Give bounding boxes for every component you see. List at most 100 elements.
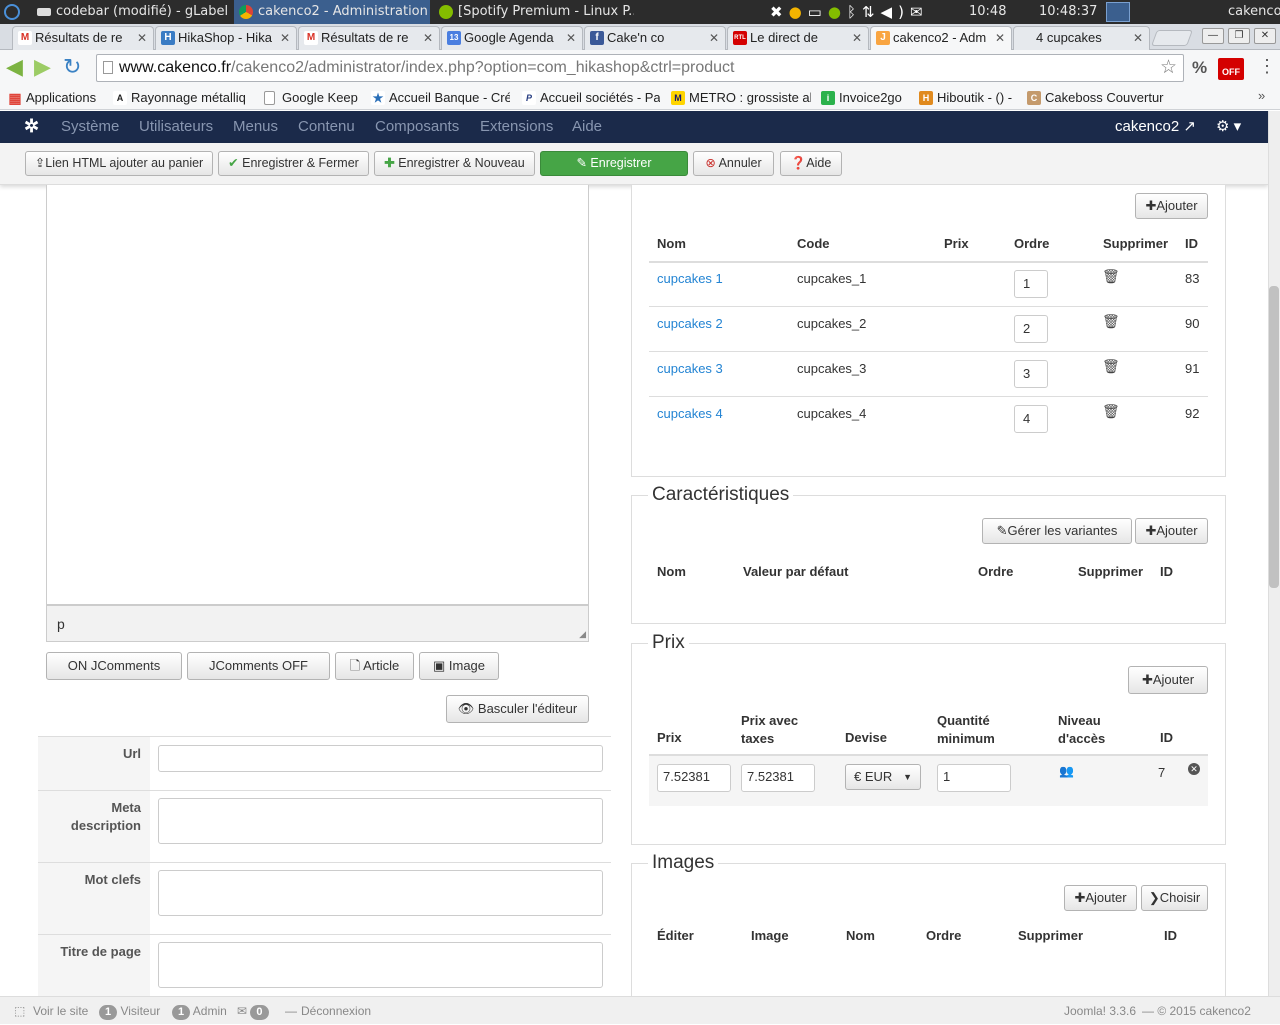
bookmark-hiboutik[interactable]: H Hiboutik - () - <box>917 86 1017 110</box>
page-title-textarea[interactable] <box>158 942 603 988</box>
delete-price-icon[interactable]: ✕ <box>1188 763 1200 775</box>
menu-extensions[interactable]: Extensions <box>480 111 553 143</box>
browser-tab[interactable]: M Résultats de re ✕ <box>12 26 154 50</box>
bookmark-rayonnage[interactable]: A Rayonnage métalliq <box>111 86 251 110</box>
minimize-button[interactable]: — <box>1202 28 1224 44</box>
users-access-icon[interactable]: 👥 <box>1059 764 1074 778</box>
jcomments-off-button[interactable]: JComments OFF <box>187 652 330 680</box>
browser-tab[interactable]: H HikaShop - Hika ✕ <box>155 26 297 50</box>
back-arrow-icon[interactable]: ◀ <box>6 56 28 78</box>
percent-extension-icon[interactable]: % <box>1192 58 1207 78</box>
variant-name-link[interactable]: cupcakes 3 <box>657 361 723 376</box>
trash-icon[interactable]: 🗑 <box>1102 268 1120 285</box>
close-icon[interactable]: ✕ <box>852 27 862 49</box>
spotify-tray-icon[interactable]: ● <box>828 3 847 21</box>
min-quantity-input[interactable]: 1 <box>937 764 1011 792</box>
jcomments-on-button[interactable]: ON JComments <box>46 652 182 680</box>
joomla-logo-icon[interactable]: ✲ <box>24 117 42 135</box>
currency-select[interactable]: € EUR ▼ <box>845 764 921 790</box>
task-spotify[interactable]: [Spotify Premium - Linux P... <box>434 0 634 24</box>
close-icon[interactable]: ✕ <box>423 27 433 49</box>
col-header-price[interactable]: Prix <box>944 236 969 251</box>
col-header-order[interactable]: Ordre <box>1014 236 1049 251</box>
menu-utilisateurs[interactable]: Utilisateurs <box>139 111 213 143</box>
system-tray[interactable]: ✖●▭●ᛒ⇅◀)✉ <box>770 0 940 24</box>
address-bar[interactable]: www.cakenco.fr/cakenco2/administrator/in… <box>96 54 1184 82</box>
site-link[interactable]: cakenco2 ↗ <box>1115 111 1196 143</box>
network-icon[interactable]: ▭ <box>808 3 828 21</box>
browser-tab[interactable]: M Résultats de re ✕ <box>298 26 440 50</box>
view-site-link[interactable]: Voir le site <box>33 997 88 1025</box>
variant-order-input[interactable]: 2 <box>1014 315 1048 343</box>
dropbox-icon[interactable]: ✖ <box>770 3 789 21</box>
bookmark-metro[interactable]: M METRO : grossiste al <box>669 86 811 110</box>
url-input[interactable] <box>158 745 603 772</box>
browser-tab[interactable]: 13 Google Agenda ✕ <box>441 26 583 50</box>
chrome-window-icon[interactable] <box>1106 2 1130 22</box>
trash-icon[interactable]: 🗑 <box>1102 358 1120 375</box>
col-header-code[interactable]: Code <box>797 236 830 251</box>
save-close-button[interactable]: ✔ Enregistrer & Fermer <box>218 151 369 176</box>
clock-short[interactable]: 10:48 <box>969 0 1006 24</box>
task-chrome[interactable]: cakenco2 - Administration ... <box>234 0 430 24</box>
reload-icon[interactable]: ↻ <box>63 55 87 79</box>
toggle-editor-button[interactable]: 👁 Basculer l'éditeur <box>446 695 589 723</box>
bookmark-banque[interactable]: ★ Accueil Banque - Cré <box>369 86 510 110</box>
mail-icon[interactable]: ✉ <box>910 3 929 21</box>
manage-variants-button[interactable]: ✎Gérer les variantes <box>982 518 1132 544</box>
transfer-icon[interactable]: ⇅ <box>862 3 881 21</box>
add-price-button[interactable]: ✚Ajouter <box>1128 666 1208 694</box>
resize-grip-icon[interactable]: ◢ <box>579 629 586 640</box>
task-glabels[interactable]: codebar (modifié) - gLabels <box>32 0 228 24</box>
variant-order-input[interactable]: 3 <box>1014 360 1048 388</box>
meta-description-textarea[interactable] <box>158 798 603 844</box>
variant-name-link[interactable]: cupcakes 2 <box>657 316 723 331</box>
col-header-name[interactable]: Nom <box>657 236 686 251</box>
bookmark-google-keep[interactable]: Google Keep <box>262 86 362 110</box>
bookmark-invoice2go[interactable]: i Invoice2go <box>819 86 909 110</box>
bookmark-paypal[interactable]: P Accueil sociétés - Pa <box>520 86 660 110</box>
close-icon[interactable]: ✕ <box>709 27 719 49</box>
close-icon[interactable]: ✕ <box>566 27 576 49</box>
bluetooth-icon[interactable]: ᛒ <box>847 3 862 21</box>
cancel-button[interactable]: ⊗ Annuler <box>693 151 774 176</box>
browser-tab[interactable]: 4 cupcakes ✕ <box>1013 26 1150 50</box>
close-icon[interactable]: ✕ <box>1133 27 1143 49</box>
trash-icon[interactable]: 🗑 <box>1102 313 1120 330</box>
menu-composants[interactable]: Composants <box>375 111 459 143</box>
trash-icon[interactable]: 🗑 <box>1102 403 1120 420</box>
maximize-button[interactable]: ❐ <box>1228 28 1250 44</box>
add-variant-button[interactable]: ✚Ajouter <box>1135 193 1208 219</box>
menu-aide[interactable]: Aide <box>572 111 602 143</box>
clock-long[interactable]: 10:48:37 <box>1039 0 1097 24</box>
keywords-textarea[interactable] <box>158 870 603 916</box>
variant-order-input[interactable]: 4 <box>1014 405 1048 433</box>
adblock-off-icon[interactable]: OFF <box>1218 58 1244 80</box>
menu-menus[interactable]: Menus <box>233 111 278 143</box>
menu-contenu[interactable]: Contenu <box>298 111 355 143</box>
html-link-button[interactable]: ⇪Lien HTML ajouter au panier <box>25 151 213 176</box>
save-new-button[interactable]: ✚ Enregistrer & Nouveau <box>374 151 535 176</box>
new-tab-button[interactable] <box>1151 30 1193 46</box>
close-window-button[interactable]: ✕ <box>1254 28 1276 44</box>
menu-systeme[interactable]: Système <box>61 111 119 143</box>
chrome-tray-icon[interactable]: ● <box>789 3 808 21</box>
bookmark-applications[interactable]: ▦ Applications <box>6 86 106 110</box>
choose-image-button[interactable]: ❯Choisir <box>1141 885 1208 911</box>
browser-tab-active[interactable]: Jcakenco2 - Adm ✕ <box>870 26 1012 51</box>
wysiwyg-editor-area[interactable] <box>46 185 589 605</box>
browser-tab[interactable]: f Cake'n co ✕ <box>584 26 726 50</box>
logout-link[interactable]: Déconnexion <box>301 997 371 1025</box>
bookmark-star-icon[interactable]: ☆ <box>1160 55 1177 81</box>
col-header-id[interactable]: ID <box>1185 236 1198 251</box>
close-icon[interactable]: ✕ <box>995 27 1005 49</box>
bookmarks-overflow-icon[interactable]: » <box>1258 88 1265 103</box>
article-button[interactable]: 🗋 Article <box>335 652 414 680</box>
help-button[interactable]: ❓Aide <box>780 151 842 176</box>
settings-gear-icon[interactable]: ⚙ ▾ <box>1216 111 1241 143</box>
os-user-label[interactable]: cakenco <box>1228 0 1280 24</box>
close-icon[interactable]: ✕ <box>137 27 147 49</box>
price-input[interactable]: 7.52381 <box>657 764 731 792</box>
save-button[interactable]: ✎ Enregistrer <box>540 151 688 176</box>
browser-menu-icon[interactable]: ⋮ <box>1258 56 1276 77</box>
